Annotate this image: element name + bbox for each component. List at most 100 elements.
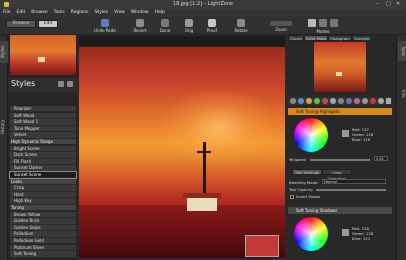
- close-icon[interactable]: ✕: [396, 0, 400, 9]
- style-item[interactable]: Crisp: [10, 185, 76, 192]
- add-style-icon[interactable]: [58, 81, 64, 87]
- blur-icon[interactable]: [338, 98, 344, 104]
- style-item[interactable]: Palladium: [10, 231, 76, 238]
- style-category[interactable]: Toning: [10, 205, 76, 212]
- left-side-tabs: Styles History: [0, 35, 8, 260]
- style-item[interactable]: Dark Scene: [10, 152, 76, 159]
- undo-label: Undo Redo: [94, 28, 116, 33]
- tab-color-selection[interactable]: Color Selection: [322, 169, 352, 181]
- menu-bar: File Edit Browse Tools Regions Styles View Wind…: [0, 9, 406, 17]
- noise-icon[interactable]: [346, 98, 352, 104]
- right-side-tabs: Tools Info: [396, 35, 406, 260]
- hut-roof: [183, 193, 221, 198]
- style-category[interactable]: High Dynamic Range: [10, 139, 76, 146]
- undo-redo-button[interactable]: Undo Redo: [92, 18, 118, 34]
- menu-help[interactable]: Help: [152, 9, 168, 17]
- proof-label: Proof: [206, 28, 218, 33]
- done-label: Done: [159, 28, 171, 33]
- zone-mapper-icon[interactable]: [290, 98, 296, 104]
- style-item[interactable]: Golden Sepia: [10, 224, 76, 232]
- style-item[interactable]: Velvet: [10, 132, 76, 139]
- tool-header-highlights[interactable]: Soft Tuning Highlights: [288, 108, 392, 115]
- tab-history[interactable]: History: [0, 115, 8, 139]
- menu-regions[interactable]: Regions: [68, 9, 92, 17]
- tab-info[interactable]: Info: [398, 87, 406, 101]
- delete-tool-icon[interactable]: [370, 98, 376, 104]
- style-category[interactable]: Looks: [10, 178, 76, 185]
- rotate-button[interactable]: Rotate: [228, 18, 254, 34]
- browse-mode-button[interactable]: Browse: [6, 20, 36, 28]
- color-sample-swatch: [245, 235, 279, 257]
- orig-icon: [185, 19, 193, 27]
- hue-icon[interactable]: [354, 98, 360, 104]
- style-item[interactable]: Fill Flash: [10, 158, 76, 166]
- proof-button[interactable]: Proof: [199, 18, 225, 34]
- tab-tools[interactable]: Tools: [398, 41, 406, 61]
- color-wheel-highlights[interactable]: [294, 118, 328, 152]
- invert-masks-checkbox[interactable]: [290, 195, 294, 199]
- invert-masks-label: Invert Masks: [296, 194, 321, 199]
- zoom-control[interactable]: Zoom: [268, 18, 294, 34]
- hand-mode-icon[interactable]: [330, 19, 338, 27]
- arrow-mode-icon[interactable]: [308, 19, 316, 27]
- revert-button[interactable]: Revert: [127, 18, 153, 34]
- tab-tool-settings[interactable]: Tool Settings: [292, 169, 322, 175]
- style-item[interactable]: Golden Brick: [10, 218, 76, 225]
- tab-zones[interactable]: Zones: [288, 35, 304, 41]
- tone-icon[interactable]: [306, 98, 312, 104]
- menu-browse[interactable]: Browse: [28, 9, 50, 17]
- style-item[interactable]: Platinum Silver: [10, 244, 76, 251]
- style-item[interactable]: Sunset Scene: [9, 170, 77, 180]
- style-item[interactable]: Soft Wood 1: [10, 119, 76, 126]
- proof-icon: [208, 19, 216, 27]
- menu-edit[interactable]: Edit: [14, 9, 29, 17]
- styles-header: Styles: [8, 78, 78, 92]
- blending-mode-select[interactable]: Normal: [322, 179, 386, 184]
- tool1-title: Soft Tuning Highlights: [296, 109, 340, 114]
- color-swatch-shadows: [342, 229, 349, 236]
- zoom-slider[interactable]: [270, 21, 292, 26]
- edited-photo[interactable]: [79, 47, 285, 258]
- clone-icon[interactable]: [362, 98, 368, 104]
- tab-color-mask[interactable]: Color Mask: [304, 35, 328, 41]
- done-button[interactable]: Done: [152, 18, 178, 34]
- menu-view[interactable]: View: [111, 9, 128, 17]
- maximize-icon[interactable]: □: [386, 0, 391, 9]
- relight-icon[interactable]: [298, 98, 304, 104]
- tab-sampler[interactable]: Sampler: [352, 35, 372, 41]
- color-icon[interactable]: [314, 98, 320, 104]
- style-item[interactable]: Soft Wood: [10, 112, 76, 119]
- style-options-icon[interactable]: [67, 81, 73, 87]
- sharpen-icon[interactable]: [330, 98, 336, 104]
- done-icon: [161, 19, 169, 27]
- menu-tools[interactable]: Tools: [51, 9, 68, 17]
- minimize-icon[interactable]: –: [376, 0, 379, 9]
- tool-opacity-slider[interactable]: [316, 189, 386, 191]
- style-item[interactable]: Hard: [10, 191, 76, 199]
- redeye-icon[interactable]: [322, 98, 328, 104]
- style-item[interactable]: Sunset Darker: [10, 165, 76, 172]
- menu-styles[interactable]: Styles: [91, 9, 111, 17]
- style-item[interactable]: High Key: [10, 198, 76, 205]
- edit-mode-button[interactable]: Edit: [38, 20, 58, 28]
- style-item[interactable]: Soft Toning: [10, 251, 76, 258]
- menu-window[interactable]: Window: [128, 9, 152, 17]
- style-item[interactable]: Palladium Gold: [10, 238, 76, 245]
- tool-header-shadows[interactable]: Soft Tuning Shadows: [288, 207, 392, 214]
- menu-file[interactable]: File: [0, 9, 14, 17]
- tab-styles[interactable]: Styles: [0, 41, 8, 63]
- style-item[interactable]: Bright Scene: [10, 145, 76, 152]
- style-item[interactable]: Polarizer: [10, 106, 76, 113]
- style-item[interactable]: Tone Mapper: [10, 125, 76, 133]
- window-title: 18.jpg [1:2] – LightZone: [172, 1, 234, 7]
- tab-histogram[interactable]: Histogram: [328, 35, 352, 41]
- color-wheel-shadows[interactable]: [294, 217, 328, 251]
- paste-icon[interactable]: [386, 98, 391, 104]
- style-item[interactable]: Brown Yellow: [10, 211, 76, 218]
- midpoint-field[interactable]: 0.61: [374, 156, 388, 161]
- copy-icon[interactable]: [378, 98, 384, 104]
- crop-mode-icon[interactable]: [319, 19, 327, 27]
- tool2-blue: Blue: 121: [352, 236, 371, 241]
- image-canvas[interactable]: [79, 36, 285, 258]
- midpoint-slider[interactable]: [310, 159, 370, 161]
